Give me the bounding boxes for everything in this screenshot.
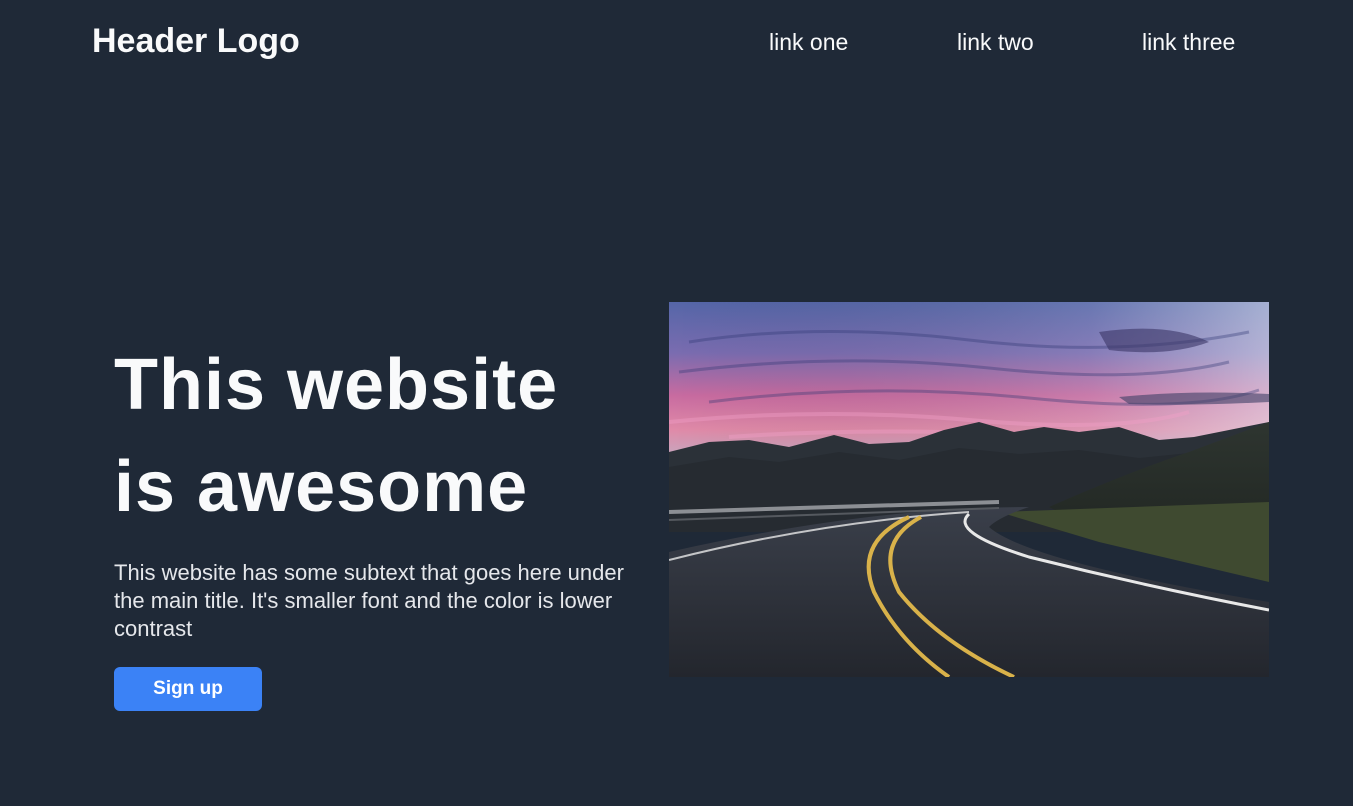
hero-title-line-2: is awesome: [114, 447, 529, 527]
hero-image: [669, 302, 1269, 677]
page: Header Logo link one link two link three…: [0, 0, 1353, 806]
nav-link-one[interactable]: link one: [769, 27, 848, 57]
mountain-road-illustration: [669, 302, 1269, 677]
hero-subtext: This website has some subtext that goes …: [114, 560, 624, 641]
hero-title: This website is awesome: [114, 334, 654, 538]
header-logo[interactable]: Header Logo: [92, 20, 300, 62]
nav-link-three[interactable]: link three: [1142, 27, 1235, 57]
nav-link-two[interactable]: link two: [957, 27, 1034, 57]
signup-button[interactable]: Sign up: [114, 667, 262, 711]
hero-title-line-1: This website: [114, 345, 559, 425]
site-header: Header Logo link one link two link three: [0, 0, 1353, 84]
